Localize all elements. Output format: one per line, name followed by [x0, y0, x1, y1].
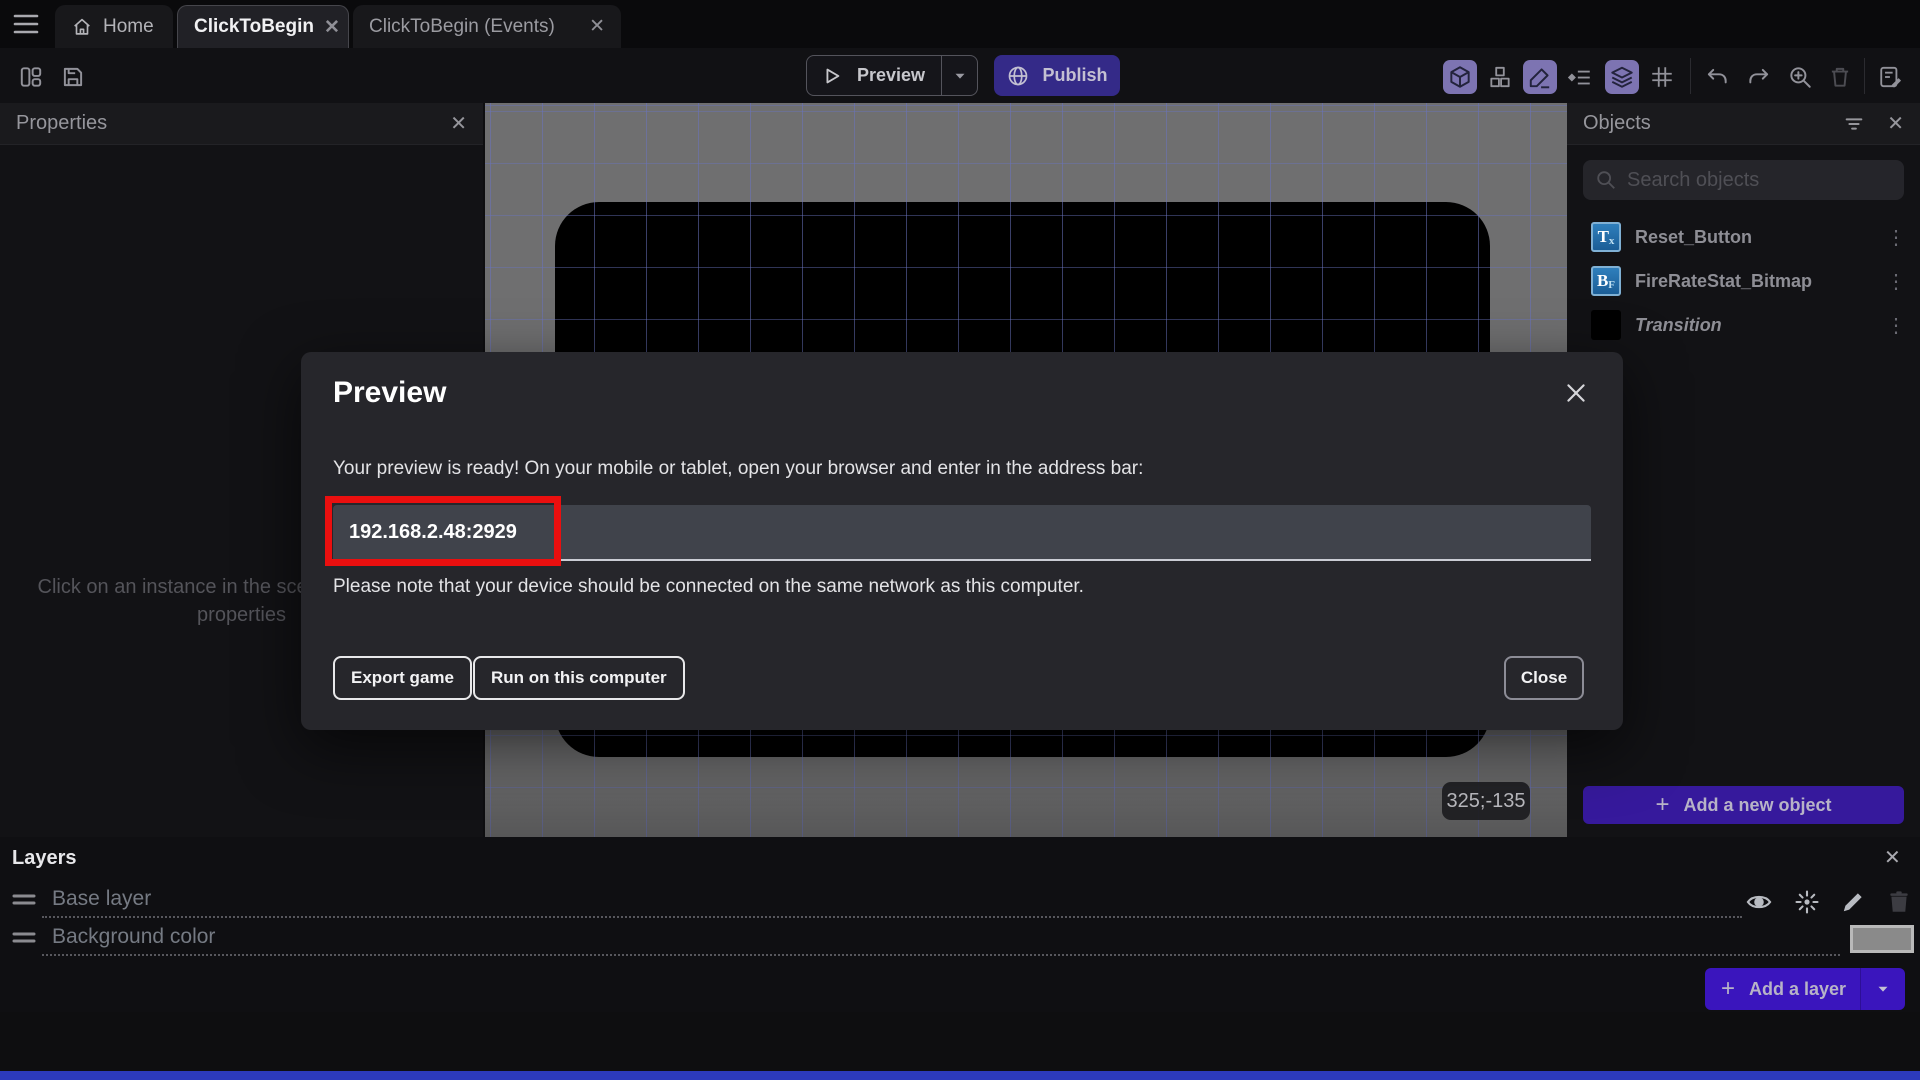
layer-name[interactable]: Background color — [52, 925, 215, 949]
filter-icon[interactable] — [1843, 113, 1865, 135]
object-item-transition[interactable]: Transition ⋮ — [1567, 303, 1920, 347]
view-3d-icon[interactable] — [1443, 60, 1477, 94]
object-name: Transition — [1635, 314, 1722, 335]
drag-handle-icon[interactable] — [12, 892, 36, 908]
properties-header: Properties ✕ — [0, 103, 483, 145]
add-new-object-button[interactable]: + Add a new object — [1583, 786, 1904, 824]
close-icon[interactable]: ✕ — [589, 15, 605, 38]
search-icon — [1595, 169, 1617, 191]
plus-icon: + — [1655, 791, 1670, 818]
main-toolbar: Preview Publish — [0, 48, 1920, 103]
tab-home[interactable]: Home — [55, 5, 173, 48]
add-layer-label: Add a layer — [1749, 978, 1847, 999]
bitmap-font-object-icon: BF — [1591, 266, 1621, 296]
preview-address-input[interactable] — [333, 505, 1591, 561]
publish-label: Publish — [1042, 65, 1108, 85]
dialog-title: Preview — [333, 376, 447, 409]
search-input[interactable] — [1627, 168, 1892, 192]
tab-events[interactable]: ClickToBegin (Events) ✕ — [353, 5, 621, 48]
export-game-button[interactable]: Export game — [333, 656, 472, 700]
instances-icon[interactable] — [1483, 60, 1517, 94]
preview-button[interactable]: Preview — [806, 55, 978, 96]
events-sheet-icon[interactable] — [1874, 60, 1908, 94]
delete-layer-icon[interactable] — [1884, 887, 1914, 917]
close-icon[interactable]: ✕ — [324, 16, 340, 39]
sprite-object-icon — [1591, 310, 1621, 340]
layers-icon[interactable] — [1605, 60, 1639, 94]
visibility-eye-icon[interactable] — [1744, 887, 1774, 917]
canvas-vignette — [485, 747, 1567, 837]
object-item-fireratestat-bitmap[interactable]: BF FireRateStat_Bitmap ⋮ — [1567, 259, 1920, 303]
tab-scene[interactable]: ClickToBegin ✕ — [177, 5, 349, 48]
kebab-menu-icon[interactable]: ⋮ — [1886, 225, 1906, 250]
tab-label: ClickToBegin — [194, 16, 314, 37]
tab-label: Home — [103, 15, 154, 37]
object-name: Reset_Button — [1635, 226, 1753, 247]
grid-icon[interactable] — [1645, 60, 1679, 94]
layers-title: Layers — [12, 847, 77, 869]
divider — [941, 56, 943, 95]
play-icon — [821, 65, 843, 87]
close-icon[interactable]: ✕ — [450, 111, 467, 136]
chevron-down-icon[interactable] — [951, 67, 969, 85]
edit-pencil-icon[interactable] — [1838, 887, 1868, 917]
preview-label: Preview — [857, 65, 926, 85]
close-icon[interactable]: ✕ — [1887, 111, 1904, 136]
divider — [1864, 58, 1865, 94]
bottom-accent-strip — [0, 1071, 1920, 1080]
home-icon — [71, 16, 93, 38]
layer-row-background-color[interactable]: Background color — [0, 921, 1920, 959]
kebab-menu-icon[interactable]: ⋮ — [1886, 313, 1906, 338]
instance-list-icon[interactable] — [1563, 60, 1597, 94]
trash-icon[interactable] — [1823, 60, 1857, 94]
cursor-coordinates-badge: 325;-135 — [1442, 782, 1530, 820]
publish-button[interactable]: Publish — [994, 55, 1120, 96]
preview-dialog: Preview Your preview is ready! On your m… — [301, 352, 1623, 730]
edit-pencil-icon[interactable] — [1523, 60, 1557, 94]
run-on-this-computer-button[interactable]: Run on this computer — [473, 656, 685, 700]
object-name: FireRateStat_Bitmap — [1635, 270, 1813, 291]
objects-header: Objects ✕ — [1567, 103, 1920, 145]
background-color-swatch[interactable] — [1850, 925, 1914, 953]
panels-layout-icon[interactable] — [14, 60, 48, 94]
tab-label: ClickToBegin (Events) — [369, 15, 555, 37]
object-item-reset-button[interactable]: Tx Reset_Button ⋮ — [1567, 215, 1920, 259]
plus-icon: + — [1721, 975, 1736, 1002]
chevron-down-icon[interactable] — [1861, 980, 1905, 998]
dialog-note-text: Please note that your device should be c… — [333, 576, 1084, 597]
hamburger-menu-icon[interactable] — [10, 10, 42, 38]
add-object-label: Add a new object — [1683, 794, 1832, 815]
dialog-body-text: Your preview is ready! On your mobile or… — [333, 458, 1144, 479]
tab-bar: Home ClickToBegin ✕ ClickToBegin (Events… — [0, 0, 1920, 48]
layer-name[interactable]: Base layer — [52, 887, 151, 911]
drag-handle-icon[interactable] — [12, 930, 36, 946]
layer-name-underline — [42, 916, 1742, 918]
objects-title: Objects — [1583, 112, 1651, 134]
gdevelop-window: Home ClickToBegin ✕ ClickToBegin (Events… — [0, 0, 1920, 1080]
globe-icon — [1006, 64, 1030, 88]
properties-title: Properties — [16, 112, 108, 134]
layer-row-base[interactable]: Base layer — [0, 883, 1920, 921]
object-search-box — [1583, 160, 1904, 200]
zoom-in-icon[interactable] — [1783, 60, 1817, 94]
effects-icon[interactable] — [1792, 887, 1822, 917]
layers-panel: Layers ✕ Base layer Background color + A… — [0, 837, 1920, 1012]
text-object-icon: Tx — [1591, 222, 1621, 252]
save-icon[interactable] — [56, 60, 90, 94]
close-button[interactable]: Close — [1504, 656, 1584, 700]
layer-name-underline — [42, 954, 1840, 956]
close-icon[interactable] — [1563, 380, 1589, 406]
add-layer-button[interactable]: + Add a layer — [1705, 968, 1905, 1010]
redo-icon[interactable] — [1742, 60, 1776, 94]
undo-icon[interactable] — [1700, 60, 1734, 94]
kebab-menu-icon[interactable]: ⋮ — [1886, 269, 1906, 294]
divider — [1690, 58, 1691, 94]
close-icon[interactable]: ✕ — [1884, 845, 1901, 870]
